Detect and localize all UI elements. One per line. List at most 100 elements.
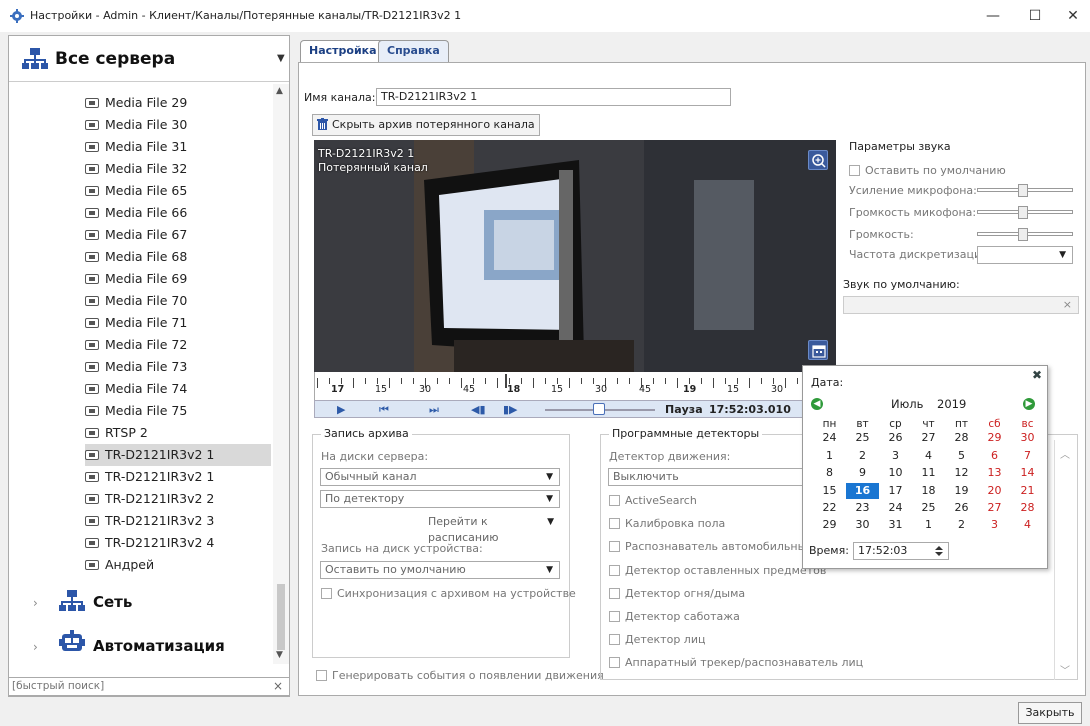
calendar-day[interactable]: 4 [912,448,945,464]
motion-detector-select[interactable]: Выключить [608,468,808,486]
tree-item[interactable]: TR-D2121IR3v2 4 [85,532,271,554]
calendar-day[interactable]: 25 [912,500,945,516]
calendar-day[interactable]: 20 [978,483,1011,499]
close-button[interactable]: Закрыть [1018,702,1082,724]
server-selector[interactable]: Все сервера ▼ [9,36,289,82]
detector-checkbox[interactable]: Детектор лиц [609,633,705,646]
play-icon[interactable]: ▶ [337,403,345,416]
calendar-day[interactable]: 5 [945,448,978,464]
calendar-day[interactable]: 11 [912,465,945,481]
checkbox-icon[interactable] [609,518,620,530]
detector-checkbox[interactable]: Детектор огня/дыма [609,587,745,600]
generate-events-checkbox[interactable]: Генерировать события о появлении движени… [316,669,604,682]
calendar-day[interactable]: 14 [1011,465,1044,481]
tree-item[interactable]: TR-D2121IR3v2 1 [85,466,271,488]
detector-checkbox[interactable]: Аппаратный трекер/распознаватель лиц [609,656,863,669]
volume-knob[interactable] [1018,228,1028,241]
calendar-day[interactable]: 6 [978,448,1011,464]
scroll-thumb[interactable] [277,584,285,650]
calendar-day[interactable]: 29 [978,430,1011,446]
tree-item[interactable]: Media File 29 [85,92,271,114]
sync-archive-checkbox[interactable]: Синхронизация с архивом на устройстве [321,587,576,600]
calendar-day[interactable]: 2 [945,518,978,528]
tree-item[interactable]: TR-D2121IR3v2 3 [85,510,271,532]
detector-checkbox[interactable]: Детектор оставленных предметов [609,564,826,577]
year-label[interactable]: 2019 [937,397,966,411]
maximize-button[interactable]: ☐ [1020,4,1050,28]
calendar-day[interactable]: 8 [813,465,846,481]
detector-checkbox[interactable]: Калибровка пола [609,517,725,530]
calendar-day[interactable]: 27 [912,430,945,446]
calendar-icon[interactable] [808,340,828,360]
tree-group-automation[interactable]: › Автоматизация [33,630,273,662]
checkbox-icon[interactable] [609,495,620,506]
close-icon[interactable]: ✖ [1032,368,1042,382]
tree-group-network[interactable]: › Сеть [33,588,273,618]
tab-settings[interactable]: Настройка [300,40,386,63]
checkbox-icon[interactable] [321,588,332,599]
calendar-day[interactable]: 3 [879,448,912,464]
tree-item[interactable]: TR-D2121IR3v2 2 [85,488,271,510]
prev-month-icon[interactable]: ◀ [811,398,823,410]
mic-volume-slider[interactable] [977,206,1073,219]
checkbox-icon[interactable] [609,587,620,599]
tree-item[interactable]: Media File 68 [85,246,271,268]
calendar-day[interactable]: 22 [813,500,846,516]
calendar-day[interactable]: 12 [945,465,978,481]
video-preview[interactable]: TR-D2121IR3v2 1 Потерянный канал [314,140,836,372]
calendar-day[interactable]: 13 [978,465,1011,481]
calendar-day[interactable]: 4 [1011,518,1044,528]
zoom-in-icon[interactable] [808,150,828,170]
tree-item[interactable]: Media File 74 [85,378,271,400]
archive-timeline[interactable]: 17 15 30 45 18 15 30 45 19 15 30 [314,372,836,400]
calendar-day[interactable]: 10 [879,465,912,481]
device-disk-select[interactable]: Оставить по умолчанию ▼ [320,561,560,579]
default-sound-input[interactable]: × [843,296,1079,314]
hide-archive-button[interactable]: Скрыть архив потерянного канала [312,114,540,136]
mic-gain-knob[interactable] [1018,184,1028,197]
calendar-day[interactable]: 24 [879,500,912,516]
scroll-up-icon[interactable]: ︿ [1060,446,1070,461]
tree-item[interactable]: Media File 65 [85,180,271,202]
calendar-day[interactable]: 28 [1011,500,1044,516]
clear-sound-icon[interactable]: × [1063,297,1072,313]
calendar-day[interactable]: 25 [846,430,879,446]
skip-back-icon[interactable]: ⏮ [379,403,389,417]
checkbox-icon[interactable] [849,165,860,176]
calendar-day[interactable]: 16 [846,482,879,499]
detectors-scrollbar[interactable]: ︿ ﹀ [1054,440,1076,680]
detector-checkbox[interactable]: ActiveSearch [609,494,697,507]
checkbox-icon[interactable] [609,657,620,669]
tree-item[interactable]: Media File 30 [85,114,271,136]
checkbox-icon[interactable] [316,670,327,681]
mic-gain-slider[interactable] [977,184,1073,197]
channel-name-input[interactable]: TR-D2121IR3v2 1 [376,88,731,106]
tree-item[interactable]: Media File 73 [85,356,271,378]
tab-help[interactable]: Справка [378,40,449,62]
tree-item[interactable]: Media File 67 [85,224,271,246]
calendar-day[interactable]: 17 [879,483,912,499]
tree-item[interactable]: Media File 72 [85,334,271,356]
tree-item[interactable]: Media File 75 [85,400,271,422]
channel-type-select[interactable]: Обычный канал ▼ [320,468,560,486]
tree-item[interactable]: TR-D2121IR3v2 1 [85,444,271,466]
tree-item[interactable]: Media File 66 [85,202,271,224]
calendar-day[interactable]: 30 [846,518,879,528]
sound-default-checkbox[interactable]: Оставить по умолчанию [849,164,1006,177]
tree-item[interactable]: RTSP 2 [85,422,271,444]
calendar-day[interactable]: 18 [912,483,945,499]
speed-slider-thumb[interactable] [593,403,605,415]
minimize-button[interactable]: — [978,4,1008,28]
scroll-down-icon[interactable]: ▼ [276,650,283,660]
calendar-day[interactable]: 3 [978,518,1011,528]
time-spinner[interactable] [931,543,947,559]
calendar-day[interactable]: 1 [912,518,945,528]
tree-item[interactable]: Media File 32 [85,158,271,180]
scroll-down-icon[interactable]: ﹀ [1060,662,1070,677]
tree-item[interactable]: Media File 69 [85,268,271,290]
chevron-right-icon[interactable]: › [33,640,38,654]
clear-search-icon[interactable]: × [273,679,283,693]
calendar-day[interactable]: 29 [813,518,846,528]
checkbox-icon[interactable] [609,564,620,576]
month-label[interactable]: Июль [891,397,923,411]
